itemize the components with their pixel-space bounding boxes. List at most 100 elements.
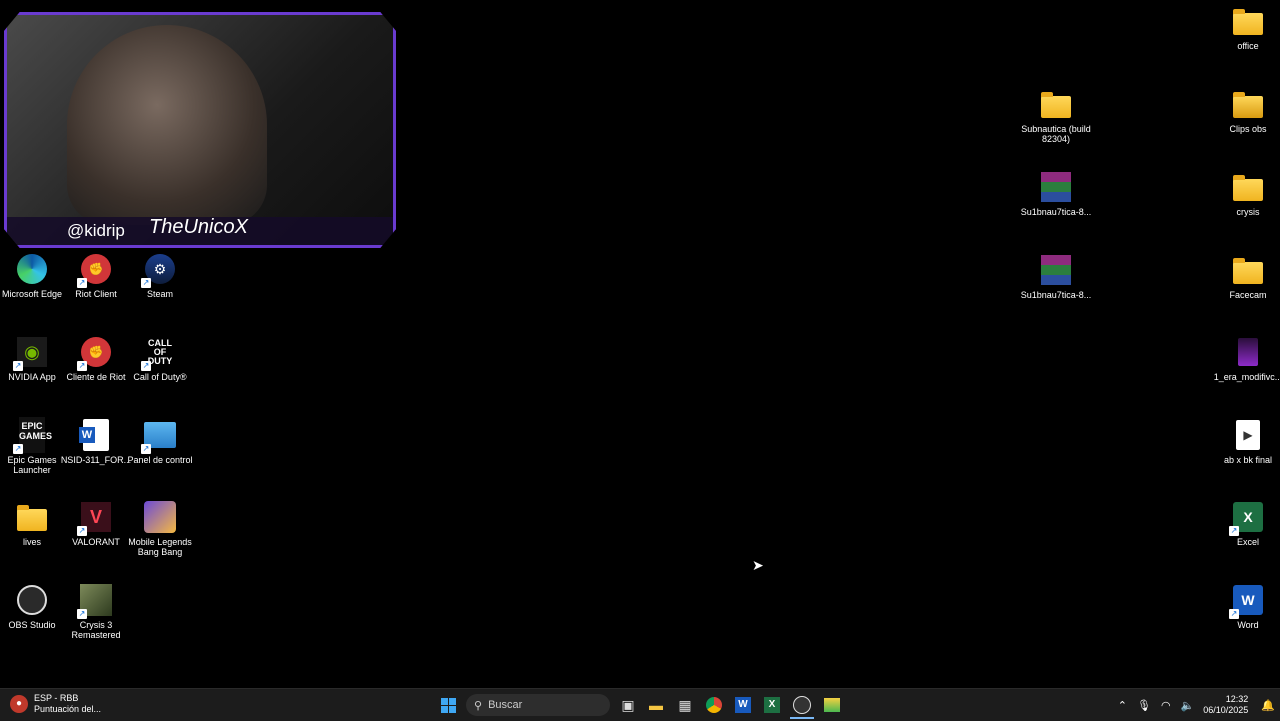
wifi-icon[interactable]: ◠ (1161, 699, 1171, 712)
desktop-icon-steam[interactable]: ⚙ Steam (128, 252, 192, 299)
clock-date: 06/10/2025 (1203, 705, 1249, 715)
taskbar-search[interactable]: ⚲ Buscar (466, 694, 610, 716)
excel-taskbar-button[interactable]: X (760, 693, 784, 717)
video-file-icon: ▶ (1231, 418, 1265, 452)
desktop-icon-label: office (1237, 41, 1259, 51)
desktop-icon-panel-control[interactable]: Panel de control (127, 418, 193, 465)
desktop-icon-label: Mobile Legends Bang Bang (128, 537, 192, 557)
obs-icon (15, 583, 49, 617)
rar-icon (1039, 253, 1073, 287)
word-icon: W (1229, 583, 1265, 619)
desktop-icon-label: Excel (1236, 537, 1259, 547)
desktop-icon-label: Panel de control (127, 455, 193, 465)
crysis-icon (77, 583, 113, 619)
notification-icon[interactable]: 🔔 (1261, 699, 1275, 712)
task-view-button[interactable]: ▣ (616, 693, 640, 717)
chrome-button[interactable] (702, 693, 726, 717)
file-explorer-icon: ▬ (649, 697, 663, 713)
desktop-icon-era-image[interactable]: 1_era_modifivc... (1214, 335, 1280, 382)
widget-line-2: Puntuación del... (34, 704, 102, 714)
obs-taskbar-button[interactable] (790, 693, 814, 719)
clock-time: 12:32 (1225, 694, 1249, 704)
folder-icon (15, 500, 49, 534)
image-file-icon (1231, 335, 1265, 369)
volume-icon[interactable]: 🔈 (1181, 699, 1195, 712)
webcam-feed (67, 25, 267, 225)
desktop-icon-label: 1_era_modifivc... (1213, 372, 1280, 382)
desktop-icon-call-of-duty[interactable]: CALLOFDUTY Call of Duty® (128, 335, 192, 383)
widget-line-1: ESP - RBB (34, 693, 79, 703)
chevron-up-icon[interactable]: ⌃ (1118, 699, 1127, 712)
clock[interactable]: 12:32 06/10/2025 (1203, 694, 1248, 716)
valorant-icon: V (77, 500, 113, 536)
desktop-icon-label: crysis (1236, 207, 1260, 217)
desktop-icon-excel[interactable]: X Excel (1216, 500, 1280, 547)
desktop-icon-epic-games[interactable]: EPICGAMES Epic Games Launcher (0, 417, 64, 475)
desktop-icon-cliente-riot[interactable]: ✊ Cliente de Riot (64, 335, 128, 382)
desktop-icon-label: Crysis 3 Remastered (71, 620, 121, 640)
desktop-icon-lives[interactable]: lives (0, 500, 64, 547)
start-button[interactable] (436, 693, 460, 717)
bluestacks-icon (824, 698, 840, 712)
rar-icon (1039, 170, 1073, 204)
folder-icon (1039, 87, 1073, 121)
desktop-icon-label: Call of Duty® (133, 372, 187, 382)
file-explorer-button[interactable]: ▬ (644, 693, 668, 717)
desktop-icon-subnautica-rar-1[interactable]: Su1bnau7tica-8... (1021, 170, 1091, 217)
webcam-name-bar: @kidrip TheUnicoX (7, 216, 393, 245)
desktop-icon-nvidia[interactable]: ◉ NVIDIA App (0, 335, 64, 382)
desktop-icon-crysis[interactable]: Crysis 3 Remastered (64, 583, 128, 640)
desktop-icon-subnautica-rar-2[interactable]: Su1bnau7tica-8... (1021, 253, 1091, 300)
desktop-icon-office[interactable]: office (1216, 4, 1280, 51)
desktop-icon-label: Facecam (1229, 290, 1267, 300)
desktop-icon-crysis-folder[interactable]: crysis (1216, 170, 1280, 217)
desktop-icon-facecam[interactable]: Facecam (1216, 253, 1280, 300)
desktop-icon-word[interactable]: W Word (1216, 583, 1280, 630)
desktop-icon-edge[interactable]: Microsoft Edge (0, 252, 64, 299)
word-doc-icon: W (79, 418, 113, 452)
desktop-icon-label: Clips obs (1229, 124, 1267, 134)
webcam-handle: @kidrip (67, 221, 125, 240)
task-view-icon: ▣ (621, 696, 635, 713)
desktop-icon-ab-bk-final[interactable]: ▶ ab x bk final (1216, 418, 1280, 465)
riot-icon: ✊ (77, 335, 113, 371)
desktop-icon-mobile-legends[interactable]: Mobile Legends Bang Bang (128, 500, 192, 557)
news-widget-icon: ● (10, 695, 28, 713)
chrome-icon (706, 697, 722, 713)
desktop-icon-riot-client[interactable]: ✊ Riot Client (64, 252, 128, 299)
webcam-streamer-name: TheUnicoX (149, 216, 248, 238)
desktop-icon-label: Word (1237, 620, 1259, 630)
microphone-icon[interactable]: 🎙 (1137, 699, 1151, 712)
excel-icon: X (764, 697, 780, 713)
store-icon: ▦ (678, 696, 692, 713)
search-placeholder: Buscar (488, 699, 523, 711)
mouse-cursor-icon: ➤ (752, 557, 764, 573)
desktop-icon-valorant[interactable]: V VALORANT (64, 500, 128, 547)
webcam-overlay: @kidrip TheUnicoX (4, 12, 396, 248)
desktop-icon-clips-obs[interactable]: Clips obs (1216, 87, 1280, 134)
folder-icon (1231, 170, 1265, 204)
desktop-icon-label: Su1bnau7tica-8... (1020, 290, 1092, 300)
desktop-icon-label: Subnautica (build 82304) (1021, 124, 1091, 144)
widgets-button[interactable]: ● ESP - RBB Puntuación del... (10, 693, 101, 715)
riot-icon: ✊ (77, 252, 113, 288)
nvidia-icon: ◉ (13, 335, 49, 371)
taskbar: ● ESP - RBB Puntuación del... ⚲ Buscar ▣… (0, 688, 1280, 721)
windows-logo-icon (440, 697, 456, 713)
word-icon: W (735, 697, 751, 713)
store-button[interactable]: ▦ (673, 693, 697, 717)
control-panel-icon (141, 418, 177, 454)
desktop-icon-label: ab x bk final (1223, 455, 1273, 465)
excel-icon: X (1229, 500, 1265, 536)
desktop-icon-nsid-doc[interactable]: W NSID-311_FOR... (61, 418, 131, 465)
steam-icon: ⚙ (141, 252, 177, 288)
desktop-icon-obs[interactable]: OBS Studio (0, 583, 64, 630)
cod-icon: CALL OF DUTY (141, 335, 177, 371)
desktop-icon-label: Steam (146, 289, 173, 299)
bluestacks-taskbar-button[interactable] (820, 693, 844, 717)
system-tray: ⌃ 🎙 ◠ 🔈 12:32 06/10/2025 🔔 (1113, 689, 1280, 721)
desktop-icon-subnautica[interactable]: Subnautica (build 82304) (1021, 87, 1091, 144)
obs-icon (793, 696, 811, 714)
word-taskbar-button[interactable]: W (731, 693, 755, 717)
folder-icon (1231, 4, 1265, 38)
